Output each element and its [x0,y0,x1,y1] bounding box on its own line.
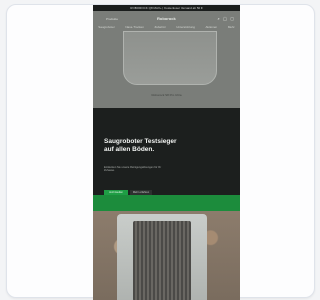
search-icon[interactable]: ⌕ [217,16,219,22]
header-icons: ⌕ ◯ ▢ [217,16,234,22]
hero-subtitle: Entdecken Sie unsere Reinigungslösungen … [104,166,162,173]
site-header: Produkte Roborock ⌕ ◯ ▢ Saugroboter Nass… [93,11,240,108]
nav-item-aktionen[interactable]: Aktionen [206,25,218,29]
user-icon[interactable]: ◯ [223,16,227,22]
cart-icon[interactable]: ▢ [230,16,234,22]
hero-section: Saugroboter Testsieger auf allen Böden. … [93,108,240,196]
vacuum-brush [133,221,191,300]
category-nav: Saugroboter Nass-Trocken Zubehör Unterst… [93,23,240,31]
nav-item-unterstuetzung[interactable]: Unterstützung [176,25,195,29]
nav-item-saugroboter[interactable]: Saugroboter [98,25,115,29]
cleaning-photo [93,211,240,300]
nav-item-nass-trocken[interactable]: Nass-Trocken [125,25,144,29]
nav-item-mehr[interactable]: Mehr [228,25,235,29]
hero-title: Saugroboter Testsieger auf allen Böden. [104,138,177,153]
product-caption: Roborock S8 Pro Ultra [151,93,182,97]
header-top-row: Produkte Roborock ⌕ ◯ ▢ [93,14,240,22]
mobile-page-screenshot: ROBOROCK Q8 MAX+ | Kostenloser Versand a… [93,5,240,300]
promo-green-bar [93,195,240,211]
nav-item-zubehoer[interactable]: Zubehör [155,25,166,29]
brand-logo[interactable]: Roborock [157,16,176,21]
products-menu-link[interactable]: Produkte [106,17,118,21]
product-image [123,31,217,85]
